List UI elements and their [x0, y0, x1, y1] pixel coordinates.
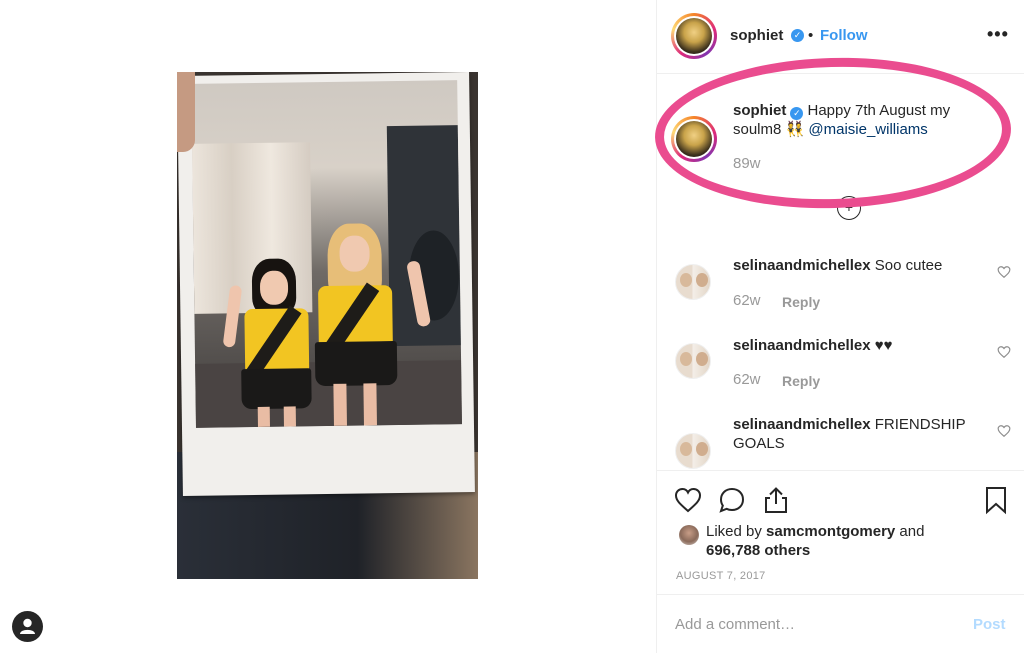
caption-username[interactable]: sophiet: [733, 102, 786, 119]
liked-by-prefix: Liked by: [706, 523, 767, 540]
polaroid-frame: [177, 72, 475, 497]
post-button[interactable]: Post: [973, 616, 1006, 633]
load-more-comments-button[interactable]: +: [837, 196, 861, 220]
comment-text: selinaandmichellex FRIENDSHIP GOALS: [733, 415, 983, 453]
comment-text: selinaandmichellex Soo cutee: [733, 256, 993, 275]
liker-avatar[interactable]: [679, 525, 699, 545]
comment-time[interactable]: 62w: [733, 371, 761, 388]
comment-username[interactable]: selinaandmichellex: [733, 257, 871, 274]
post-header: sophiet ✓ • Follow •••: [657, 0, 1024, 74]
account-icon[interactable]: [12, 611, 43, 642]
like-comment-icon[interactable]: [997, 345, 1011, 359]
verified-badge-icon: ✓: [790, 107, 804, 120]
comment-username[interactable]: selinaandmichellex: [733, 416, 871, 433]
person-glyph: [20, 618, 35, 634]
add-comment-section: Post: [657, 594, 1024, 653]
follow-button[interactable]: Follow: [820, 27, 868, 44]
comment-input[interactable]: [675, 613, 955, 635]
more-options-icon[interactable]: •••: [987, 24, 1009, 45]
header-username[interactable]: sophiet: [730, 27, 783, 44]
comment-avatar[interactable]: [675, 343, 711, 379]
verified-badge-icon: ✓: [791, 29, 804, 42]
separator-dot: •: [808, 27, 814, 44]
comment-body: ♥♥: [870, 337, 893, 354]
caption-time[interactable]: 89w: [733, 155, 761, 172]
post-date[interactable]: AUGUST 7, 2017: [676, 570, 766, 582]
person-right: [303, 220, 436, 426]
comment-time[interactable]: 62w: [733, 292, 761, 309]
liked-by-middle: and: [895, 523, 925, 540]
comment-avatar[interactable]: [675, 264, 711, 300]
like-comment-icon[interactable]: [997, 265, 1011, 279]
likes-count[interactable]: 696,788 others: [706, 542, 810, 559]
photo-viewer: [0, 0, 656, 653]
comment-text: selinaandmichellex ♥♥: [733, 336, 993, 355]
share-icon[interactable]: [761, 485, 791, 515]
polaroid-picture: [191, 80, 462, 428]
mention-link[interactable]: @maisie_williams: [808, 121, 927, 138]
liked-by-text[interactable]: Liked by samcmontgomery and 696,788 other…: [706, 522, 1006, 560]
comment-body: Soo cutee: [870, 257, 943, 274]
heart-icon[interactable]: [673, 485, 703, 515]
finger: [177, 72, 195, 152]
bookmark-icon[interactable]: [981, 485, 1011, 515]
post-actions: Liked by samcmontgomery and 696,788 other…: [657, 470, 1024, 594]
comments-list[interactable]: sophiet ✓ Happy 7th August my soulm8 👯 @m…: [657, 75, 1024, 470]
caption-text: sophiet ✓ Happy 7th August my soulm8 👯 @m…: [733, 101, 993, 139]
comment-avatar[interactable]: [675, 433, 711, 469]
reply-button[interactable]: Reply: [782, 373, 820, 389]
comment-icon[interactable]: [717, 485, 747, 515]
like-comment-icon[interactable]: [997, 424, 1011, 438]
post-photo[interactable]: [177, 72, 478, 579]
header-avatar[interactable]: [671, 13, 717, 59]
caption-avatar[interactable]: [671, 116, 717, 162]
post-side-panel: sophiet ✓ • Follow ••• sophiet ✓ Happy 7t…: [656, 0, 1024, 653]
reply-button[interactable]: Reply: [782, 294, 820, 310]
liker-username[interactable]: samcmontgomery: [766, 523, 895, 540]
comment-username[interactable]: selinaandmichellex: [733, 337, 871, 354]
